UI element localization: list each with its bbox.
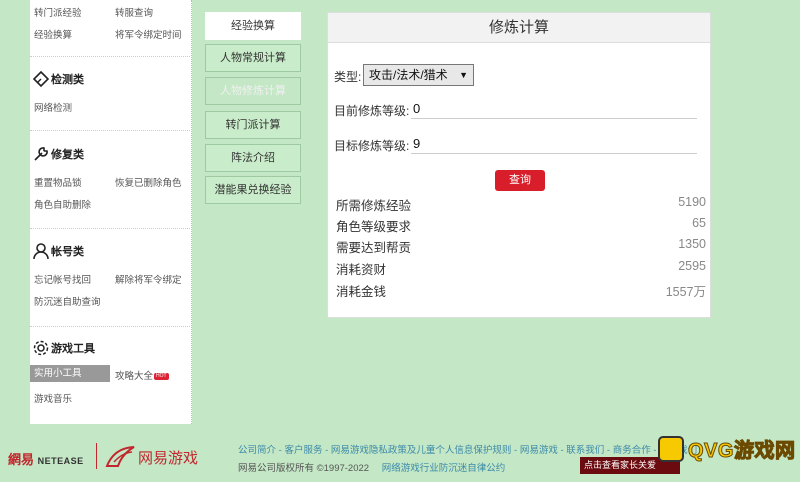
netease-games-logo[interactable]: 网易游戏 [104, 444, 198, 470]
gear-icon [33, 340, 49, 356]
hot-badge: HOT [154, 372, 169, 380]
section-detect: 检测类 [32, 70, 84, 88]
section-repair: 修复类 [32, 145, 84, 163]
anti-addiction-link[interactable]: 网络游戏行业防沉迷自律公约 [382, 463, 506, 474]
target-level-input[interactable] [411, 134, 697, 154]
tab-exp-convert[interactable]: 经验换算 [205, 12, 301, 40]
result-label: 消耗金钱 [336, 285, 387, 299]
wrench-icon [34, 147, 48, 161]
sidebar-link-small-tools[interactable]: 实用小工具 [30, 365, 110, 382]
divider [30, 326, 190, 327]
watermark-text: QVG游戏网 [687, 440, 796, 463]
section-account: 帐号类 [32, 242, 84, 260]
sidebar-link-exp-convert[interactable]: 经验换算 [34, 27, 72, 41]
divider [30, 56, 190, 57]
result-value: 2595 [678, 259, 706, 273]
result-row: 角色等级要求 65 [336, 216, 706, 235]
watermark: QVG游戏网 [658, 434, 795, 463]
dropdown-arrow-icon: ▼ [459, 70, 468, 80]
current-level-input[interactable] [411, 99, 697, 119]
divider [30, 130, 190, 131]
user-icon [33, 243, 49, 260]
result-row: 需要达到帮贡 1350 [336, 237, 706, 256]
result-value: 1350 [678, 237, 706, 251]
result-value: 65 [692, 216, 706, 230]
netease-logo-en: NETEASE [37, 456, 84, 466]
sidebar-link-anti-addiction[interactable]: 防沉迷自助查询 [34, 294, 101, 308]
sidebar-link-delete-role[interactable]: 角色自助删除 [34, 197, 91, 211]
footer-links[interactable]: 公司简介 - 客户服务 - 网易游戏隐私政策及儿童个人信息保护规则 - 网易游戏… [238, 442, 697, 456]
footer-copyright: 网易公司版权所有 ©1997-2022 网络游戏行业防沉迷自律公约 [238, 460, 505, 474]
current-level-label: 目前修炼等级: [334, 104, 410, 118]
result-value: 1557万 [665, 285, 706, 299]
type-select[interactable]: 攻击/法术/猎术 ▼ [363, 64, 474, 86]
result-row: 所需修炼经验 5190 [336, 195, 706, 214]
sidebar-link-unbind-token[interactable]: 解除将军令绑定 [115, 272, 182, 286]
sidebar-link-network-check[interactable]: 网络检测 [34, 100, 72, 114]
result-row: 消耗资财 2595 [336, 259, 706, 278]
result-label: 需要达到帮贡 [336, 241, 412, 255]
sidebar-link-transfer-exp[interactable]: 转门派经验 [34, 5, 82, 19]
sidebar-link-guides-label: 攻略大全 [115, 371, 154, 382]
netease-logo[interactable]: 網易 NETEASE [8, 449, 84, 468]
section-title: 修复类 [51, 149, 84, 161]
sidebar: 转门派经验 转服查询 经验换算 将军令绑定时间 检测类 网络检测 修复类 重置物… [30, 0, 192, 424]
sidebar-link-token-bind-time[interactable]: 将军令绑定时间 [115, 27, 182, 41]
sidebar-link-recover-account[interactable]: 忘记帐号找回 [34, 272, 91, 286]
tab-character-calc[interactable]: 人物常规计算 [205, 44, 301, 72]
sidebar-link-music[interactable]: 游戏音乐 [34, 391, 72, 405]
sidebar-link-guides[interactable]: 攻略大全 HOT [115, 368, 169, 382]
tab-cultivation-calc[interactable]: 人物修炼计算 [205, 77, 301, 105]
sidebar-link-reset-item-lock[interactable]: 重置物品锁 [34, 175, 82, 189]
sidebar-link-server-transfer[interactable]: 转服查询 [115, 5, 153, 19]
scan-icon [32, 70, 50, 88]
divider [96, 443, 97, 469]
gamepad-icon [658, 435, 684, 462]
divider [30, 228, 190, 229]
result-row: 消耗金钱 1557万 [336, 281, 706, 300]
footer: 網易 NETEASE 网易游戏 公司简介 - 客户服务 - 网易游戏隐私政策及儿… [0, 424, 800, 482]
netease-games-emblem-icon [105, 446, 135, 467]
type-select-value: 攻击/法术/猎术 [369, 68, 448, 82]
panel-title: 修炼计算 [328, 13, 710, 43]
query-button[interactable]: 查询 [495, 170, 545, 191]
type-label: 类型: [334, 70, 362, 84]
result-label: 消耗资财 [336, 263, 387, 277]
copyright-text: 网易公司版权所有 ©1997-2022 [238, 463, 370, 474]
section-title: 检测类 [51, 74, 84, 86]
section-title: 游戏工具 [51, 343, 95, 355]
tab-transfer-calc[interactable]: 转门派计算 [205, 111, 301, 139]
cultivation-calc-panel: 修炼计算 类型: 攻击/法术/猎术 ▼ 目前修炼等级: 目标修炼等级: 查询 所… [327, 12, 711, 318]
section-tools: 游戏工具 [32, 339, 95, 357]
netease-games-logo-text: 网易游戏 [138, 449, 199, 467]
section-title: 帐号类 [51, 246, 84, 258]
target-level-label: 目标修炼等级: [334, 139, 410, 153]
result-value: 5190 [678, 195, 706, 209]
sidebar-link-restore-role[interactable]: 恢复已删除角色 [115, 175, 182, 189]
tab-potential-fruit[interactable]: 潜能果兑换经验 [205, 176, 301, 204]
result-label: 角色等级要求 [336, 220, 412, 234]
result-label: 所需修炼经验 [336, 199, 412, 213]
netease-logo-cn: 網易 [8, 452, 35, 467]
tab-formation-intro[interactable]: 阵法介绍 [205, 144, 301, 172]
